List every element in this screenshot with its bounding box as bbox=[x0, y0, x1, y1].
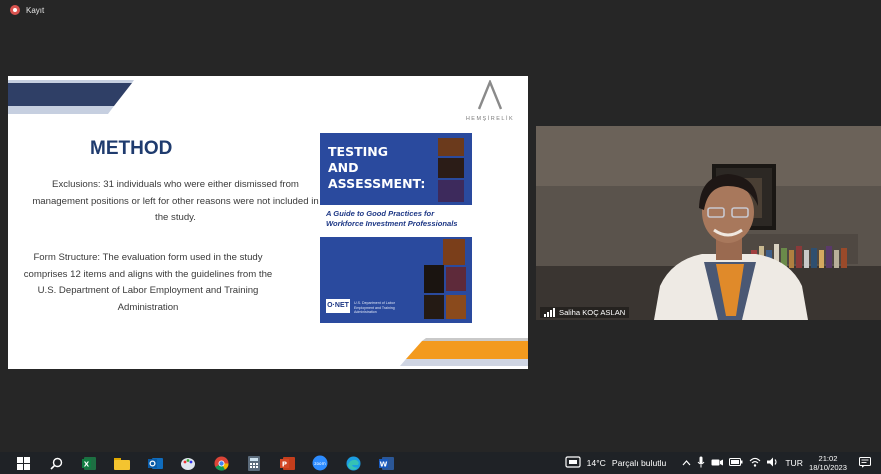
clock-date: 18/10/2023 bbox=[808, 463, 847, 472]
slide-top-left-stripe bbox=[8, 80, 134, 114]
form-structure-text: Form Structure: The evaluation form used… bbox=[23, 252, 273, 313]
zoom-icon[interactable]: zoom bbox=[309, 454, 331, 472]
cover-footer-text: U.S. Department of Labor Employment and … bbox=[354, 301, 395, 314]
paint-icon[interactable] bbox=[177, 454, 199, 472]
slide-bottom-right-stripe bbox=[400, 338, 528, 366]
recording-indicator: Kayıt bbox=[10, 5, 44, 15]
slide-title: METHOD bbox=[90, 138, 173, 159]
clock-time: 21:02 bbox=[818, 454, 838, 463]
svg-text:P: P bbox=[281, 460, 286, 468]
windows-start-icon[interactable] bbox=[12, 454, 34, 472]
network-icon[interactable] bbox=[749, 457, 761, 469]
cover-title: TESTING AND ASSESSMENT: bbox=[328, 144, 426, 191]
weather-temp[interactable]: 14°C bbox=[587, 458, 606, 468]
svg-text:zoom: zoom bbox=[314, 461, 325, 466]
chrome-icon[interactable] bbox=[210, 454, 232, 472]
book-cover-image: TESTING AND ASSESSMENT: A Guide to Good … bbox=[320, 133, 472, 323]
cover-subtitle: A Guide to Good Practices for Workforce … bbox=[326, 209, 458, 228]
exclusions-text: Exclusions: 31 individuals who were eith… bbox=[32, 179, 319, 223]
weather-icon[interactable] bbox=[565, 456, 581, 470]
word-icon[interactable]: W bbox=[375, 454, 397, 472]
file-explorer-icon[interactable] bbox=[111, 454, 133, 472]
hemsirelik-logo: HEMŞİRELİK bbox=[460, 78, 520, 122]
recording-label: Kayıt bbox=[26, 5, 45, 15]
participant-name: Saliha KOÇ ASLAN bbox=[559, 308, 626, 317]
microphone-icon[interactable] bbox=[697, 456, 705, 470]
powerpoint-icon[interactable]: P bbox=[276, 454, 298, 472]
camera-icon[interactable] bbox=[711, 458, 724, 469]
shared-slide: HEMŞİRELİK METHOD Exclusions: 31 individ… bbox=[8, 76, 528, 369]
excel-icon[interactable]: X bbox=[78, 454, 100, 472]
svg-text:W: W bbox=[379, 460, 387, 468]
outlook-icon[interactable] bbox=[144, 454, 166, 472]
signal-strength-icon bbox=[544, 307, 555, 317]
participant-video[interactable]: Saliha KOÇ ASLAN bbox=[536, 126, 881, 320]
participant-name-tag: Saliha KOÇ ASLAN bbox=[540, 307, 630, 318]
system-tray: 14°C Parçalı bulutlu TUR 21:02 18/10/202… bbox=[565, 452, 881, 474]
clock[interactable]: 21:02 18/10/2023 bbox=[809, 454, 847, 472]
chevron-up-icon[interactable] bbox=[682, 458, 691, 468]
record-icon bbox=[10, 5, 20, 15]
edge-icon[interactable] bbox=[342, 454, 364, 472]
windows-taskbar: X P zoom W 14°C Parçalı bulutlu TUR 21:0… bbox=[0, 452, 881, 474]
weather-desc[interactable]: Parçalı bulutlu bbox=[612, 458, 666, 468]
video-feed bbox=[536, 126, 881, 320]
calculator-icon[interactable] bbox=[243, 454, 265, 472]
notification-icon[interactable] bbox=[859, 456, 871, 470]
battery-icon[interactable] bbox=[729, 458, 743, 468]
volume-icon[interactable] bbox=[767, 457, 779, 469]
search-icon[interactable] bbox=[45, 454, 67, 472]
language-indicator[interactable]: TUR bbox=[785, 458, 803, 468]
onet-logo: O·NET bbox=[326, 299, 350, 313]
svg-text:X: X bbox=[83, 460, 89, 468]
